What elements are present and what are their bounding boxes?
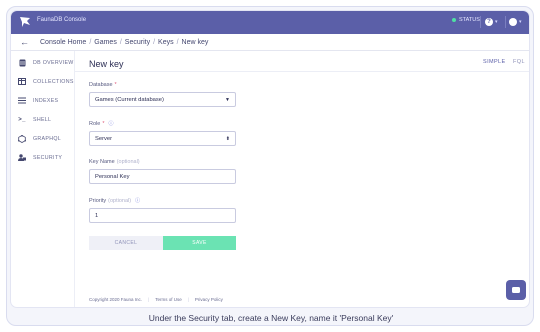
sidebar-item-label: SECURITY — [33, 154, 63, 161]
new-key-form: Database * Games (Current database) ▼ Rol… — [89, 82, 239, 250]
tab-fql[interactable]: FQL — [513, 59, 525, 65]
back-arrow-icon[interactable]: ← — [20, 37, 30, 47]
user-menu[interactable]: ▾ — [509, 15, 525, 29]
breadcrumb-bar: ← Console Home / Games / Security / Keys… — [11, 34, 529, 51]
main-header: New key SIMPLE FQL — [75, 51, 529, 72]
breadcrumb-item[interactable]: Console Home — [40, 39, 86, 46]
sidebar-item-indexes[interactable]: INDEXES — [11, 91, 74, 110]
privacy-link[interactable]: Privacy Policy — [195, 297, 223, 302]
sidebar-item-label: DB OVERVIEW — [33, 59, 74, 66]
sidebar-item-db-overview[interactable]: DB OVERVIEW — [11, 53, 74, 72]
breadcrumb-item[interactable]: Keys — [158, 39, 174, 46]
tab-simple[interactable]: SIMPLE — [483, 59, 506, 65]
cancel-button[interactable]: CANCEL — [89, 236, 163, 250]
key-name-input[interactable]: Personal Key — [89, 169, 236, 184]
console-screenshot: FaunaDB Console STATUS ? ▾ ▾ ← Console H… — [11, 11, 529, 307]
top-bar: FaunaDB Console STATUS ? ▾ ▾ — [11, 11, 529, 34]
page-title: New key — [89, 59, 124, 69]
info-icon[interactable]: ⓘ — [135, 197, 140, 204]
sidebar-item-label: COLLECTIONS — [33, 78, 74, 85]
footer: Copyright 2020 Fauna Inc. | Terms of Use… — [89, 297, 223, 302]
status-indicator[interactable]: STATUS — [452, 17, 480, 23]
copyright-text: Copyright 2020 Fauna Inc. — [89, 297, 143, 302]
fauna-logo-icon[interactable] — [18, 15, 32, 29]
sidebar-item-graphql[interactable]: GRAPHQL — [11, 129, 74, 148]
role-label: Role * ⓘ — [89, 120, 114, 128]
chat-button[interactable] — [506, 280, 526, 300]
breadcrumb-item[interactable]: Games — [94, 39, 117, 46]
sidebar-item-label: SHELL — [33, 116, 52, 123]
caret-down-icon: ▼ — [225, 96, 230, 103]
user-avatar-icon — [509, 18, 517, 26]
key-name-label: Key Name (optional) — [89, 159, 140, 165]
breadcrumb-item[interactable]: Security — [125, 39, 150, 46]
chevron-down-icon: ▾ — [495, 19, 498, 25]
sidebar-item-collections[interactable]: COLLECTIONS — [11, 72, 74, 91]
database-select[interactable]: Games (Current database) ▼ — [89, 92, 236, 107]
list-icon — [18, 97, 26, 105]
tutorial-caption: Under the Security tab, create a New Key… — [148, 313, 394, 323]
help-menu[interactable]: ? ▾ — [485, 15, 499, 29]
sidebar-item-label: GRAPHQL — [33, 135, 62, 142]
info-icon[interactable]: ⓘ — [108, 120, 113, 127]
help-icon: ? — [485, 18, 493, 26]
sidebar-item-security[interactable]: SECURITY — [11, 148, 74, 167]
chevron-down-icon: ▾ — [519, 19, 522, 25]
terminal-icon: >_ — [18, 116, 26, 123]
breadcrumb: Console Home / Games / Security / Keys /… — [40, 38, 209, 46]
tutorial-frame: FaunaDB Console STATUS ? ▾ ▾ ← Console H… — [6, 6, 534, 326]
app-title: FaunaDB Console — [37, 17, 87, 23]
breadcrumb-current: New key — [181, 38, 209, 46]
sidebar-item-shell[interactable]: >_ SHELL — [11, 110, 74, 129]
sidebar: DB OVERVIEW COLLECTIONS INDEXES >_ SHELL — [11, 51, 74, 307]
table-icon — [18, 78, 26, 86]
status-label: STATUS — [459, 17, 480, 23]
security-icon — [18, 154, 26, 162]
terms-link[interactable]: Terms of Use — [155, 297, 182, 302]
form-actions: CANCEL SAVE — [89, 236, 236, 250]
main-panel: New key SIMPLE FQL Database * Games (Curr… — [74, 51, 529, 307]
status-dot-icon — [452, 18, 456, 22]
priority-label: Priority (optional) ⓘ — [89, 197, 141, 205]
graphql-icon — [18, 134, 26, 143]
database-label: Database * — [89, 82, 117, 88]
updown-arrows-icon: ⬍ — [225, 135, 230, 142]
database-icon — [18, 59, 26, 67]
sidebar-item-label: INDEXES — [33, 97, 59, 104]
role-select[interactable]: Server ⬍ — [89, 131, 236, 146]
priority-input[interactable]: 1 — [89, 208, 236, 223]
divider — [480, 16, 481, 28]
chat-icon — [512, 287, 520, 293]
divider — [505, 16, 506, 28]
save-button[interactable]: SAVE — [163, 236, 236, 250]
